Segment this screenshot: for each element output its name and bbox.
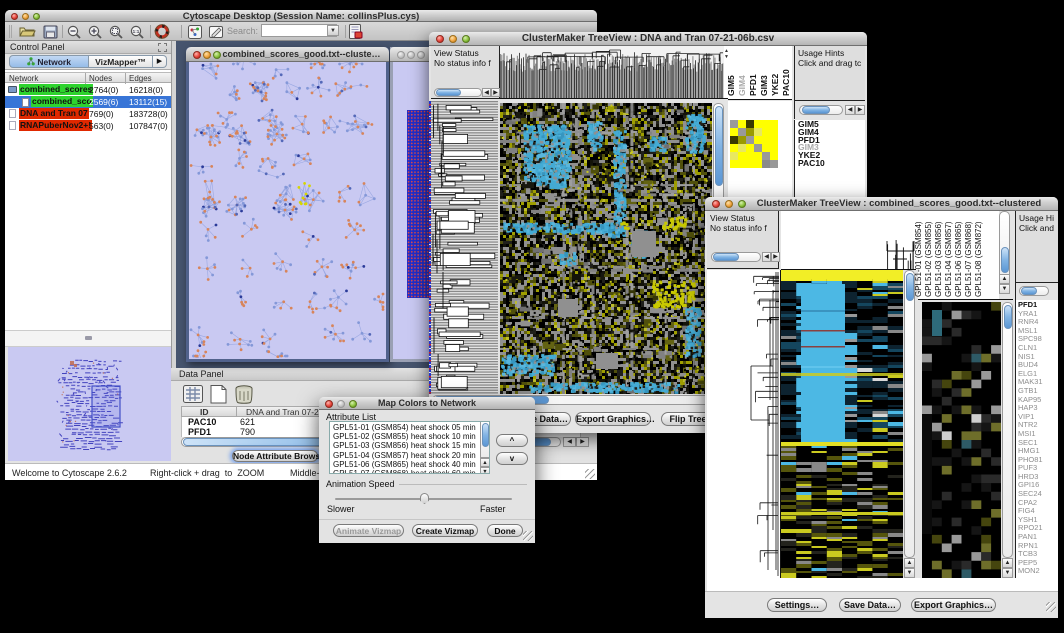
svg-text:1:1: 1:1 — [133, 29, 140, 34]
